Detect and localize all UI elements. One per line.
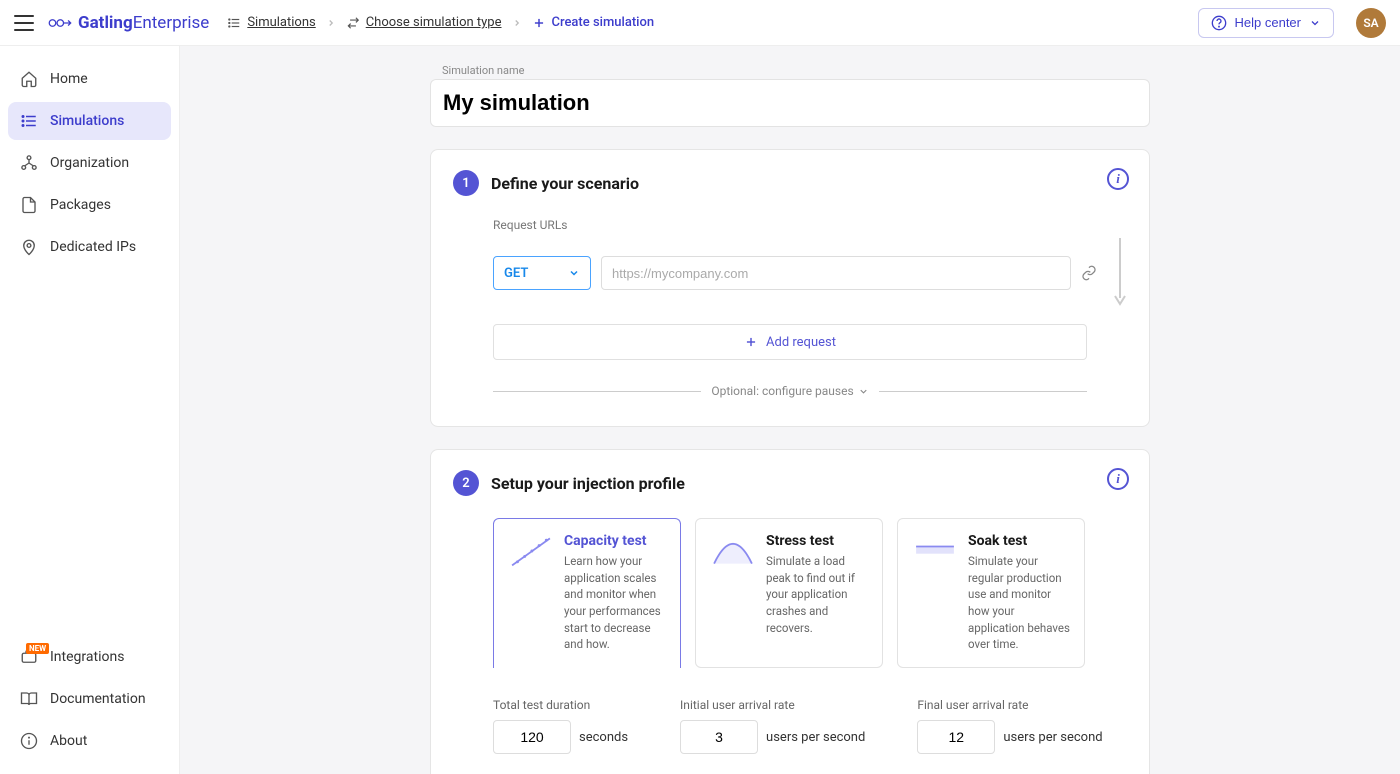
breadcrumb-label: Simulations: [247, 15, 315, 30]
chevron-down-icon: [1309, 17, 1321, 29]
main-content: Simulation name 1 Define your scenario i…: [180, 46, 1400, 774]
sidebar-item-integrations[interactable]: NEW Integrations: [8, 638, 171, 676]
profile-desc: Learn how your application scales and mo…: [564, 553, 666, 653]
profile-desc: Simulate your regular production use and…: [968, 553, 1070, 653]
book-icon: [20, 690, 38, 708]
profile-title: Capacity test: [564, 533, 666, 549]
sidebar-item-label: About: [50, 733, 87, 749]
home-icon: [20, 70, 38, 88]
sidebar-item-label: Simulations: [50, 113, 124, 129]
brand-logo[interactable]: GatlingEnterprise: [46, 13, 209, 33]
sidebar-item-organization[interactable]: Organization: [8, 144, 171, 182]
capacity-chart-icon: [508, 533, 554, 569]
param-unit: users per second: [1003, 730, 1102, 745]
profile-title: Stress test: [766, 533, 868, 549]
list-icon: [227, 16, 241, 30]
step-number: 1: [453, 170, 479, 196]
param-label: Final user arrival rate: [917, 698, 1102, 712]
param-label: Initial user arrival rate: [680, 698, 865, 712]
breadcrumbs: Simulations Choose simulation type Creat…: [227, 15, 654, 30]
sidebar-item-label: Integrations: [50, 649, 124, 665]
breadcrumb-label: Create simulation: [552, 15, 655, 30]
help-icon: [1211, 15, 1227, 31]
http-method-value: GET: [504, 266, 528, 281]
step-title: Setup your injection profile: [491, 474, 685, 493]
param-final-rate: Final user arrival rate users per second: [917, 698, 1102, 754]
link-icon[interactable]: [1081, 265, 1097, 281]
breadcrumb-label: Choose simulation type: [366, 15, 502, 30]
add-request-label: Add request: [766, 335, 836, 350]
plus-icon: [744, 335, 758, 349]
flow-arrow-icon: [1113, 238, 1127, 308]
configure-pauses-label: Optional: configure pauses: [711, 384, 853, 398]
profile-desc: Simulate a load peak to find out if your…: [766, 553, 868, 636]
chevron-right-icon: [326, 18, 336, 28]
param-label: Total test duration: [493, 698, 628, 712]
sidebar-item-dedicated-ips[interactable]: Dedicated IPs: [8, 228, 171, 266]
sidebar-item-label: Documentation: [50, 691, 146, 707]
org-icon: [20, 154, 38, 172]
param-initial-rate: Initial user arrival rate users per seco…: [680, 698, 865, 754]
http-method-select[interactable]: GET: [493, 256, 591, 290]
user-avatar[interactable]: SA: [1356, 8, 1386, 38]
final-rate-input[interactable]: [917, 720, 995, 754]
sidebar-item-home[interactable]: Home: [8, 60, 171, 98]
sidebar-item-label: Organization: [50, 155, 129, 171]
profile-title: Soak test: [968, 533, 1070, 549]
swap-icon: [346, 16, 360, 30]
profile-card-stress[interactable]: Stress test Simulate a load peak to find…: [695, 518, 883, 668]
new-badge: NEW: [26, 643, 49, 654]
gatling-logo-icon: [46, 14, 72, 32]
request-url-input[interactable]: [601, 256, 1071, 290]
sidebar-item-label: Packages: [50, 197, 111, 213]
step-2-card: 2 Setup your injection profile i Capacit…: [430, 449, 1150, 774]
pin-icon: [20, 238, 38, 256]
sidebar-item-packages[interactable]: Packages: [8, 186, 171, 224]
configure-pauses-toggle[interactable]: Optional: configure pauses: [711, 384, 868, 398]
chevron-down-icon: [858, 386, 869, 397]
request-urls-label: Request URLs: [493, 218, 1127, 232]
param-unit: seconds: [579, 730, 628, 745]
hamburger-menu-icon[interactable]: [14, 15, 34, 31]
chevron-down-icon: [568, 267, 580, 279]
sidebar-item-label: Home: [50, 71, 88, 87]
sidebar-item-simulations[interactable]: Simulations: [8, 102, 171, 140]
sidebar-item-about[interactable]: About: [8, 722, 171, 760]
info-icon[interactable]: i: [1107, 468, 1129, 490]
param-duration: Total test duration seconds: [493, 698, 628, 754]
breadcrumb-simulations[interactable]: Simulations: [227, 15, 315, 30]
list-icon: [20, 112, 38, 130]
duration-input[interactable]: [493, 720, 571, 754]
param-unit: users per second: [766, 730, 865, 745]
chevron-right-icon: [512, 18, 522, 28]
add-request-button[interactable]: Add request: [493, 324, 1087, 360]
simulation-name-label: Simulation name: [430, 64, 1150, 77]
simulation-name-input[interactable]: [430, 79, 1150, 127]
info-icon[interactable]: i: [1107, 168, 1129, 190]
profile-card-soak[interactable]: Soak test Simulate your regular producti…: [897, 518, 1085, 668]
step-title: Define your scenario: [491, 174, 639, 193]
initial-rate-input[interactable]: [680, 720, 758, 754]
info-icon: [20, 732, 38, 750]
sidebar: Home Simulations Organization Packages D…: [0, 46, 180, 774]
topbar: GatlingEnterprise Simulations Choose sim…: [0, 0, 1400, 46]
profile-card-capacity[interactable]: Capacity test Learn how your application…: [493, 518, 681, 668]
sidebar-item-label: Dedicated IPs: [50, 239, 136, 255]
breadcrumb-choose-type[interactable]: Choose simulation type: [346, 15, 502, 30]
plus-icon: [532, 16, 546, 30]
stress-chart-icon: [710, 533, 756, 569]
help-label: Help center: [1235, 15, 1301, 30]
sidebar-item-documentation[interactable]: Documentation: [8, 680, 171, 718]
step-1-card: 1 Define your scenario i Request URLs GE…: [430, 149, 1150, 427]
help-center-button[interactable]: Help center: [1198, 8, 1334, 38]
soak-chart-icon: [912, 533, 958, 569]
step-number: 2: [453, 470, 479, 496]
package-icon: [20, 196, 38, 214]
breadcrumb-create-simulation[interactable]: Create simulation: [532, 15, 655, 30]
